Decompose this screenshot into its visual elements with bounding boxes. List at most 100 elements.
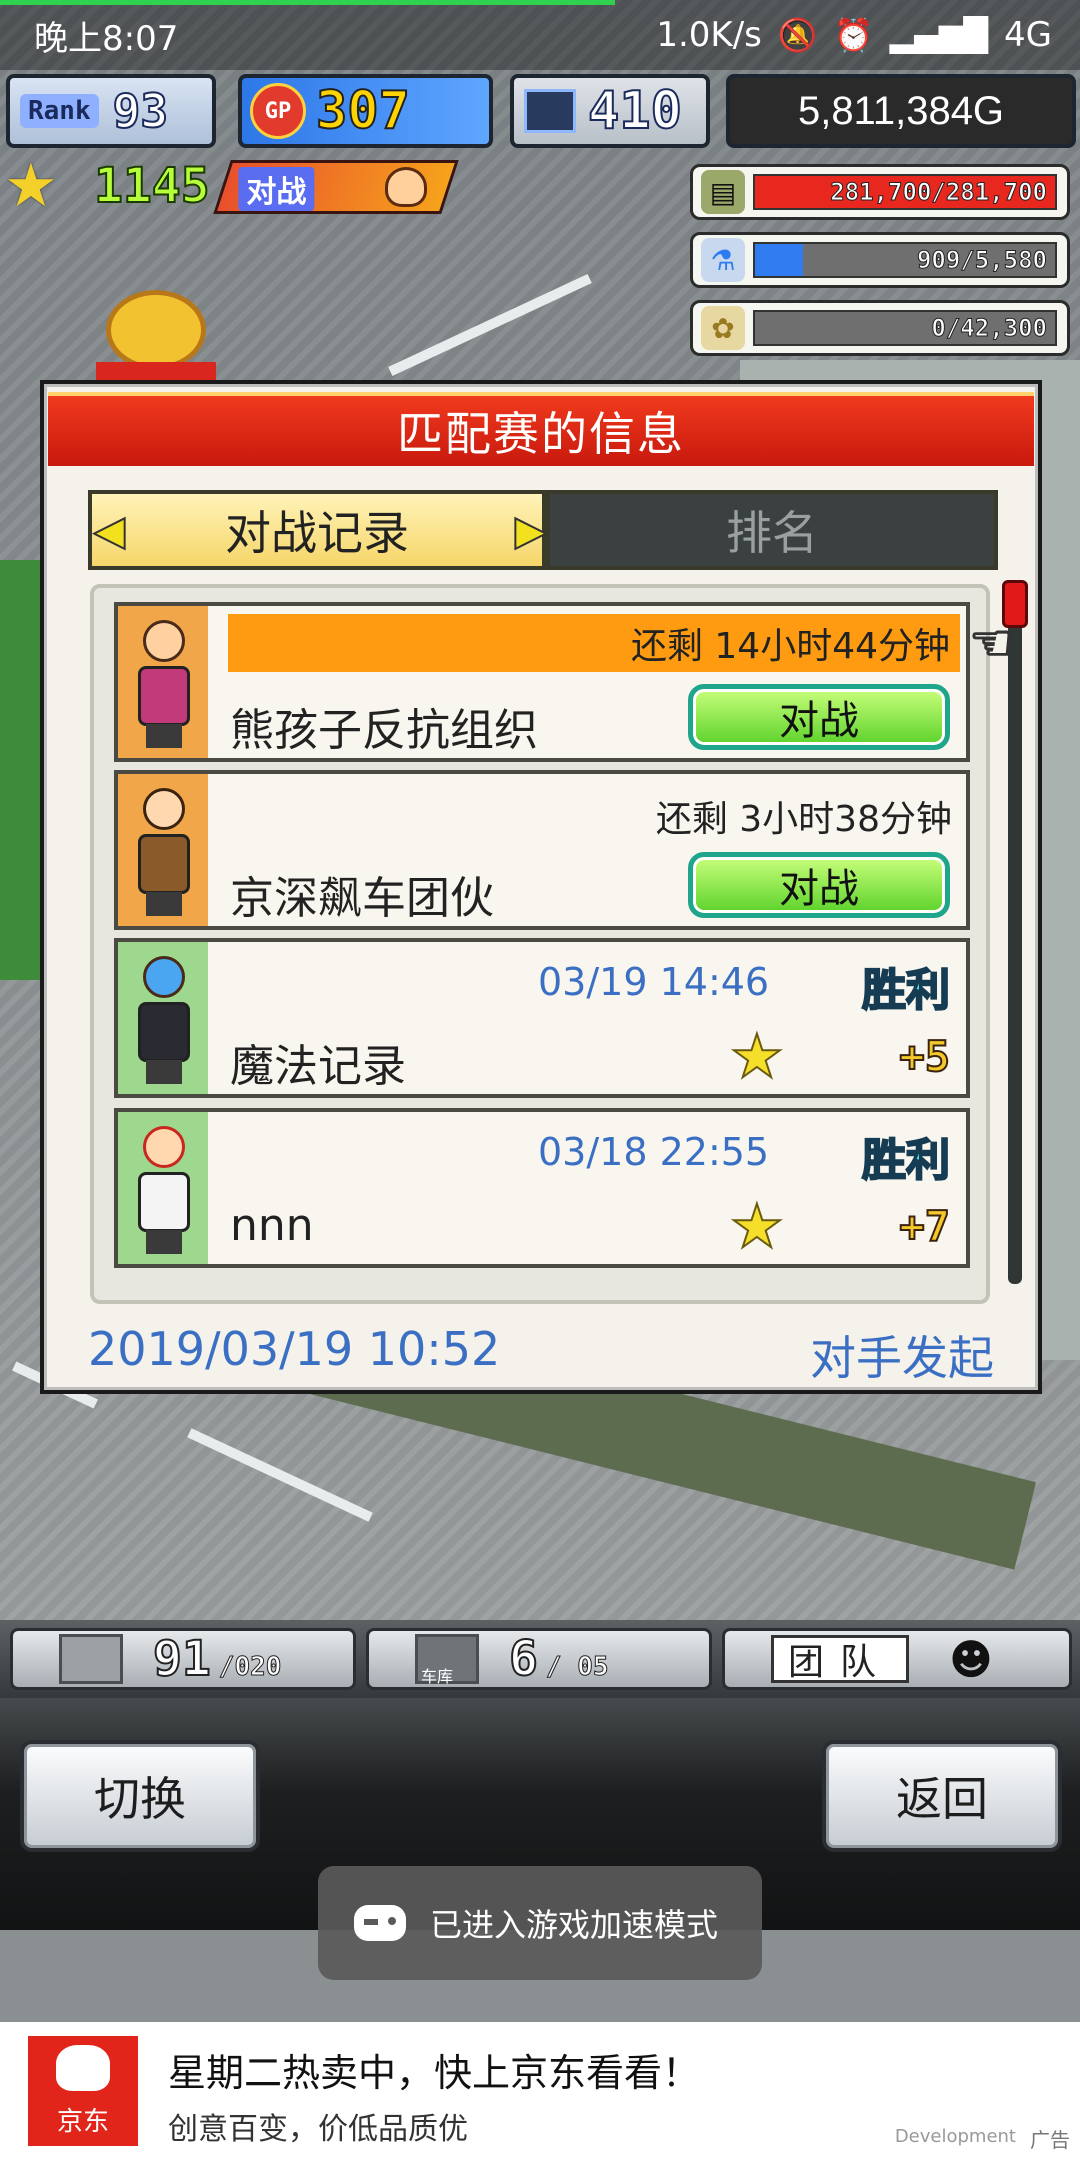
rank-display[interactable]: Rank 93: [6, 74, 216, 148]
star-icon: ★: [4, 151, 58, 221]
arrow-right-icon[interactable]: ▶: [514, 507, 547, 555]
jd-logo[interactable]: 京东: [28, 2036, 138, 2146]
star-row: ★ 1145 对战: [0, 156, 480, 216]
points-gained: +7: [898, 1201, 951, 1252]
avatar-cell: [118, 774, 208, 926]
pc-value: 410: [587, 80, 683, 142]
avatar: [128, 950, 198, 1086]
avatar-head: [143, 956, 185, 998]
battle-tag-label: 对战: [238, 167, 315, 211]
toast-notification: 已进入游戏加速模式: [318, 1866, 762, 1980]
mute-icon: 🔕: [777, 16, 818, 54]
list-item[interactable]: 还剩 14小时44分钟 熊孩子反抗组织 对战: [114, 602, 970, 762]
resource-text: 909/5,580: [916, 246, 1047, 275]
ad-title[interactable]: 星期二热卖中，快上京东看看！: [168, 2042, 700, 2097]
gp-icon: GP: [250, 83, 306, 139]
time-remaining: 还剩 3小时38分钟: [655, 799, 952, 840]
resource-bar-research[interactable]: ⚗ 909/5,580: [690, 232, 1070, 288]
status-time: 晚上8:07: [34, 18, 179, 59]
alarm-icon: ⏰: [833, 16, 874, 54]
bottom-hud: 91 /020 车库 6 / 05 团队 ☻: [0, 1620, 1080, 1698]
battle-tag[interactable]: 对战: [213, 160, 459, 214]
garage-max: / 05: [545, 1652, 609, 1683]
tab-label: 对战记录: [225, 506, 409, 560]
ad-tag: 广告: [1030, 2128, 1070, 2152]
gp-display[interactable]: GP 307: [238, 74, 493, 148]
star-icon: ★: [729, 1021, 785, 1093]
network-type: 4G: [1004, 15, 1052, 55]
toast-text: 已进入游戏加速模式: [430, 1906, 719, 1944]
star-count: 1145: [93, 157, 211, 215]
opponent-name: nnn: [230, 1200, 314, 1251]
fight-button[interactable]: 对战: [688, 684, 950, 750]
resource-track: 281,700/281,700: [753, 174, 1057, 210]
garage-value: 6: [508, 1630, 539, 1688]
ad-subtitle: 创意百变，价低品质优: [168, 2112, 468, 2147]
dialog-tabs: ◀ 对战记录 ▶ 排名: [88, 490, 998, 570]
avatar-legs: [146, 1230, 182, 1254]
list-item[interactable]: 03/18 22:55 胜利 nnn ★ +7: [114, 1108, 970, 1268]
computer-icon: [524, 89, 576, 133]
opponent-face-icon: [385, 167, 427, 207]
opponent-name: 熊孩子反抗组织: [230, 705, 538, 756]
scrollbar-track[interactable]: [1008, 584, 1022, 1284]
back-button[interactable]: 返回: [822, 1740, 1062, 1852]
opponent-name: 京深飙车团伙: [230, 873, 494, 924]
list-item[interactable]: 还剩 3小时38分钟 京深飙车团伙 对战: [114, 770, 970, 930]
avatar-cell: [118, 942, 208, 1094]
switch-button[interactable]: 切换: [20, 1740, 260, 1852]
gp-value: 307: [315, 80, 411, 142]
avatar-body: [138, 1172, 190, 1232]
team-button[interactable]: 团队 ☻: [722, 1628, 1072, 1690]
resource-bar-food[interactable]: ✿ 0/42,300: [690, 300, 1070, 356]
status-bar: 晚上8:07 1.0K/s 🔕 ⏰ ▂▄▆█ 4G: [0, 0, 1080, 70]
dialog-title: 匹配赛的信息: [48, 392, 1034, 466]
avatar-head: [143, 788, 185, 830]
avatar-head: [143, 1126, 185, 1168]
tab-label: 排名: [726, 506, 818, 560]
match-info-dialog: 匹配赛的信息 ◀ 对战记录 ▶ 排名 还剩 14小时44分钟 熊孩子反抗组织 对…: [40, 380, 1042, 1394]
signal-icon: ▂▄▆█: [889, 16, 989, 54]
arrow-left-icon[interactable]: ◀: [93, 507, 126, 555]
avatar: [128, 1120, 198, 1256]
avatar-body: [138, 666, 190, 726]
team-label: 团队: [771, 1635, 910, 1683]
avatar-legs: [146, 1060, 182, 1084]
avatar-head: [143, 620, 185, 662]
pointer-hand-icon: ☜: [968, 613, 1015, 673]
time-remaining: 还剩 14小时44分钟: [630, 626, 950, 667]
potion-icon: ⚗: [701, 238, 745, 282]
ad-banner[interactable]: 京东 星期二热卖中，快上京东看看！ 创意百变，价低品质优 Development…: [0, 2022, 1080, 2160]
storage-counter[interactable]: 91 /020: [10, 1628, 356, 1690]
resource-bar-money[interactable]: ▤ 281,700/281,700: [690, 164, 1070, 220]
ad-brand: 京东: [56, 2107, 109, 2137]
opponent-name: 魔法记录: [230, 1041, 406, 1092]
money-value: 5,811,384G: [797, 88, 1005, 133]
match-date: 03/19 14:46: [538, 960, 770, 1004]
avatar-cell: [118, 606, 208, 758]
team-member-icon: ☻: [949, 1634, 993, 1684]
avatar-cell: [118, 1112, 208, 1264]
avatar-legs: [146, 892, 182, 916]
pc-display[interactable]: 410: [510, 74, 710, 148]
avatar-body: [138, 1002, 190, 1062]
garage-counter[interactable]: 车库 6 / 05: [366, 1628, 712, 1690]
top-hud: Rank 93 GP 307 410 5,811,384G: [0, 74, 1080, 152]
current-date: 2019/03/19 10:52: [88, 1322, 501, 1376]
rank-label: Rank: [20, 94, 99, 128]
time-remaining-bar: 还剩 14小时44分钟: [228, 614, 960, 672]
jd-dog-icon: [56, 2045, 110, 2091]
match-result: 胜利: [861, 1134, 951, 1187]
resource-track: 909/5,580: [753, 242, 1057, 278]
tab-battle-record[interactable]: ◀ 对战记录 ▶: [88, 490, 547, 570]
gamepad-icon: [354, 1905, 406, 1941]
money-display[interactable]: 5,811,384G: [726, 74, 1076, 148]
tab-ranking[interactable]: 排名: [546, 490, 998, 570]
resource-track: 0/42,300: [753, 310, 1057, 346]
list-item[interactable]: 03/19 14:46 胜利 魔法记录 ★ +5: [114, 938, 970, 1098]
avatar: [128, 782, 198, 918]
crown-icon: [106, 290, 206, 370]
fight-button[interactable]: 对战: [688, 852, 950, 918]
storage-value: 91: [152, 1630, 212, 1688]
points-gained: +5: [898, 1031, 951, 1082]
